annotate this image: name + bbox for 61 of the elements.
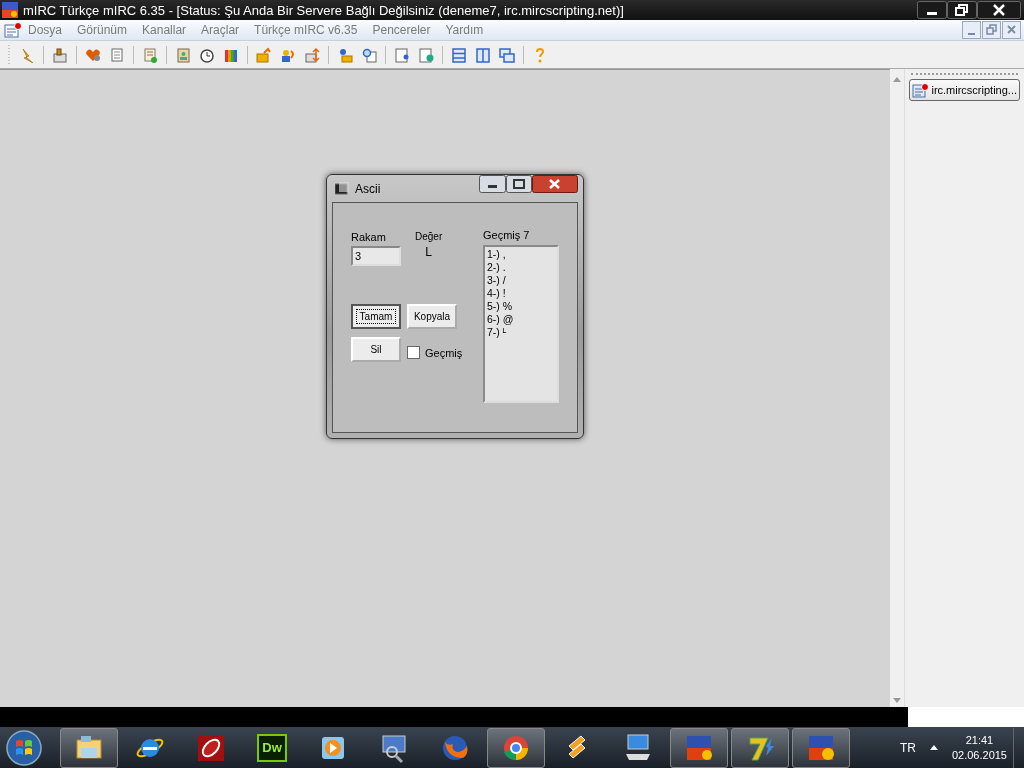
taskbar-button[interactable] [792,727,850,768]
vertical-tile-icon[interactable] [475,46,491,63]
up-arrow-icon[interactable] [929,745,938,750]
grip-icon [8,43,11,66]
list-label: Geçmiş 7 [483,229,531,241]
toolbox-icon[interactable] [52,46,68,63]
taskbar-button[interactable] [60,727,118,768]
list-item[interactable]: 2-) . [487,261,555,274]
list-item[interactable]: 1-) , [487,248,555,261]
menu-item[interactable]: Yardım [445,23,484,37]
list-item[interactable]: 4-) ! [487,287,555,300]
window-tab[interactable]: irc.mircscripting... [909,79,1020,101]
copy-button[interactable]: Kopyala [407,304,457,329]
clock-icon[interactable] [199,46,215,63]
folder-arrow-icon[interactable] [256,46,272,63]
horizontal-tile-icon[interactable] [451,46,467,63]
window-icon [335,181,349,196]
status-window-icon [912,82,930,98]
checkbox[interactable] [407,346,420,359]
menu-item[interactable]: Görünüm [77,23,128,37]
maximize-button[interactable] [506,175,532,193]
minimize-button[interactable] [479,175,506,193]
menu-item[interactable]: Kanallar [142,23,187,37]
value-text: L [425,245,432,259]
taskbar-button[interactable] [731,727,789,768]
field-label: Değer [415,231,443,242]
person-folder-icon[interactable] [337,46,353,63]
menu-item[interactable]: Türkçe mIRC v6.35 [254,23,358,37]
language-indicator[interactable]: TR [899,740,916,755]
swap-icon[interactable] [304,46,320,63]
app-logo-icon [2,2,18,18]
taskbar-button[interactable] [670,727,728,768]
document-person-icon[interactable] [394,46,410,63]
menu-item[interactable]: Araçlar [201,23,240,37]
list-item[interactable]: 3-) / [487,274,555,287]
close-button[interactable] [532,175,578,193]
delete-button[interactable]: Sil [351,337,401,362]
dialog-title: Ascii [355,181,381,196]
search-document-icon[interactable] [361,46,377,63]
menu-item[interactable]: Dosya [28,23,62,37]
document-globe-icon[interactable] [418,46,434,63]
window-title: mIRC Türkçe mIRC 6.35 - [Status: Şu Anda Bir Servere Bağlı Değilsiniz (deneme7, irc.mircscripting.net)] [23,2,624,18]
minimize-button[interactable] [917,1,947,19]
scroll-icon[interactable] [142,46,158,63]
cascade-icon[interactable] [499,46,515,63]
number-input-field[interactable]: 3 [351,246,401,266]
list-item[interactable]: 7-) ᴸ [487,326,555,339]
ok-button[interactable]: Tamam [351,304,401,329]
restore-button[interactable] [947,1,977,19]
list-item[interactable]: 6-) @ [487,313,555,326]
taskbar-button[interactable]: Dw [243,727,301,768]
taskbar-button[interactable] [487,727,545,768]
document-icon[interactable] [4,22,22,38]
start-button[interactable] [4,727,44,768]
history-list[interactable]: 1-) , 2-) . 3-) / 4-) ! 5-) % 6-) @ 7-) ᴸ [483,245,559,403]
field-label: Rakam [351,231,387,243]
checkbox-label[interactable]: Geçmiş [425,346,463,359]
list-item[interactable]: 5-) % [487,300,555,313]
menu-item[interactable]: Pencereler [372,23,431,37]
close-button[interactable] [977,1,1021,19]
clock[interactable]: 21:41 02.06.2015 [951,732,1007,763]
